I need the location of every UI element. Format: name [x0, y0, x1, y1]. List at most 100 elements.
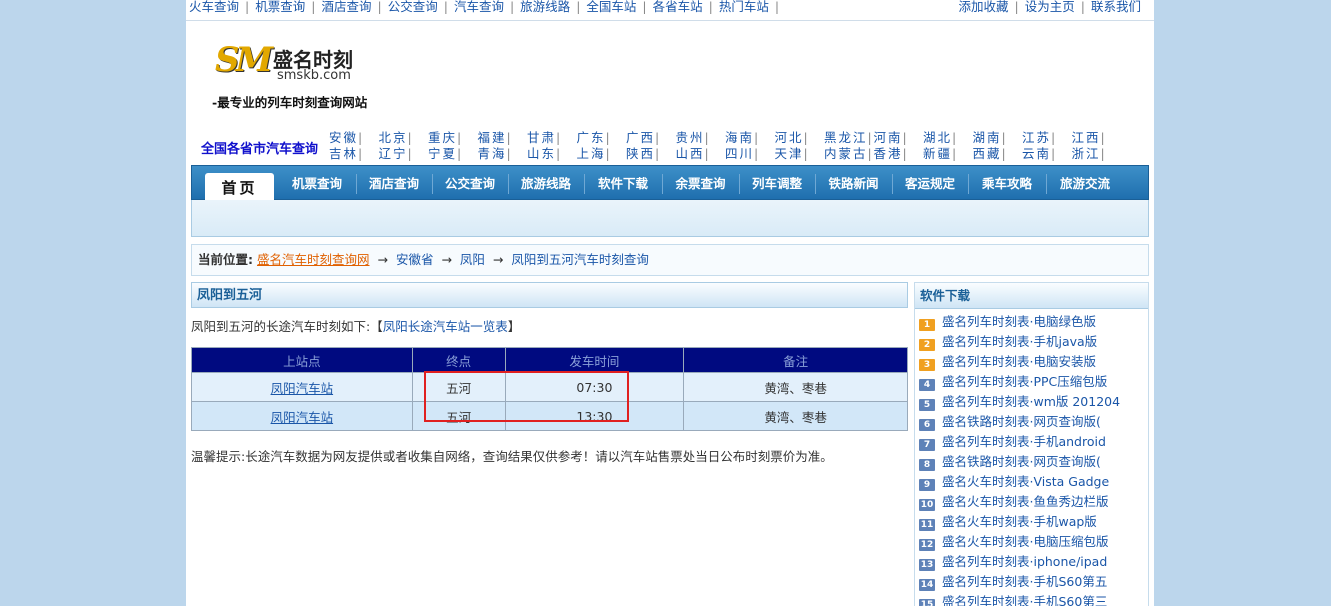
- breadcrumb-city-link[interactable]: 凤阳: [460, 252, 485, 267]
- province-cell: 内蒙古|: [824, 146, 874, 162]
- province-separator: |: [556, 130, 561, 145]
- software-item[interactable]: 2 盛名列车时刻表·手机java版: [919, 332, 1148, 352]
- site-logo[interactable]: SM 盛名时刻 smskb.com: [215, 40, 365, 90]
- software-link[interactable]: 盛名列车时刻表·手机java版: [942, 334, 1097, 349]
- software-link[interactable]: 盛名列车时刻表·iphone/ipad: [942, 554, 1107, 569]
- nav-item[interactable]: 乘车攻略: [968, 166, 1046, 200]
- province-link[interactable]: 四川: [725, 146, 754, 161]
- software-item[interactable]: 3 盛名列车时刻表·电脑安装版: [919, 352, 1148, 372]
- software-link[interactable]: 盛名列车时刻表·手机android: [942, 434, 1106, 449]
- top-util-link[interactable]: 联系我们: [1091, 0, 1141, 13]
- province-link[interactable]: 广西: [626, 130, 655, 145]
- province-link[interactable]: 河南: [874, 130, 903, 145]
- province-link[interactable]: 天津: [775, 146, 804, 161]
- nav-item[interactable]: 机票查询: [278, 166, 356, 200]
- province-link[interactable]: 重庆: [428, 130, 457, 145]
- province-link[interactable]: 香港: [874, 146, 903, 161]
- province-link[interactable]: 甘肃: [527, 130, 556, 145]
- breadcrumb-province-link[interactable]: 安徽省: [396, 252, 434, 267]
- software-item[interactable]: 7 盛名列车时刻表·手机android: [919, 432, 1148, 452]
- top-nav-link[interactable]: 机票查询: [255, 0, 305, 13]
- province-link[interactable]: 浙江: [1072, 146, 1101, 161]
- province-link[interactable]: 湖北: [923, 130, 952, 145]
- nav-item[interactable]: 酒店查询: [356, 166, 432, 200]
- software-link[interactable]: 盛名列车时刻表·电脑安装版: [942, 354, 1096, 369]
- breadcrumb-current-page[interactable]: 凤阳到五河汽车时刻查询: [511, 252, 649, 267]
- software-link[interactable]: 盛名火车时刻表·鱼鱼秀边栏版: [942, 494, 1108, 509]
- software-item[interactable]: 5 盛名列车时刻表·wm版 201204: [919, 392, 1148, 412]
- software-item[interactable]: 14 盛名列车时刻表·手机S60第五: [919, 572, 1148, 592]
- province-link[interactable]: 安徽: [329, 130, 358, 145]
- software-item[interactable]: 15 盛名列车时刻表·手机S60第三: [919, 592, 1148, 606]
- province-link[interactable]: 云南: [1022, 146, 1051, 161]
- rank-badge: 9: [919, 479, 935, 491]
- top-util-link[interactable]: 设为主页: [1025, 0, 1075, 13]
- province-link[interactable]: 江西: [1072, 130, 1101, 145]
- software-link[interactable]: 盛名火车时刻表·电脑压缩包版: [942, 534, 1108, 549]
- software-item[interactable]: 1 盛名列车时刻表·电脑绿色版: [919, 312, 1148, 332]
- software-item[interactable]: 13 盛名列车时刻表·iphone/ipad: [919, 552, 1148, 572]
- province-link[interactable]: 北京: [379, 130, 408, 145]
- province-link[interactable]: 山东: [527, 146, 556, 161]
- nav-item[interactable]: 旅游交流: [1046, 166, 1124, 200]
- nav-item[interactable]: 铁路新闻: [815, 166, 892, 200]
- top-nav-link[interactable]: 热门车站: [719, 0, 769, 13]
- software-link[interactable]: 盛名铁路时刻表·网页查询版(: [942, 414, 1101, 429]
- software-item[interactable]: 9 盛名火车时刻表·Vista Gadge: [919, 472, 1148, 492]
- province-link[interactable]: 新疆: [923, 146, 952, 161]
- province-link[interactable]: 内蒙古: [824, 146, 868, 161]
- top-nav-link[interactable]: 汽车查询: [454, 0, 504, 13]
- software-link[interactable]: 盛名铁路时刻表·网页查询版(: [942, 454, 1101, 469]
- software-link[interactable]: 盛名列车时刻表·wm版 201204: [942, 394, 1120, 409]
- nav-item[interactable]: 公交查询: [432, 166, 508, 200]
- station-link[interactable]: 凤阳汽车站: [271, 410, 334, 425]
- province-separator: |: [1051, 130, 1056, 145]
- station-link[interactable]: 凤阳汽车站: [271, 381, 334, 396]
- province-link[interactable]: 宁夏: [428, 146, 457, 161]
- province-link[interactable]: 广东: [577, 130, 606, 145]
- province-link[interactable]: 山西: [676, 146, 705, 161]
- nav-home-tab[interactable]: 首页: [205, 173, 274, 201]
- province-link[interactable]: 河北: [775, 130, 804, 145]
- station-list-link[interactable]: 凤阳长途汽车站一览表: [383, 319, 508, 334]
- software-item[interactable]: 6 盛名铁路时刻表·网页查询版(: [919, 412, 1148, 432]
- software-item[interactable]: 12 盛名火车时刻表·电脑压缩包版: [919, 532, 1148, 552]
- software-item[interactable]: 4 盛名列车时刻表·PPC压缩包版: [919, 372, 1148, 392]
- province-link[interactable]: 贵州: [676, 130, 705, 145]
- province-link[interactable]: 上海: [577, 146, 606, 161]
- province-link[interactable]: 海南: [725, 130, 754, 145]
- nav-separator: [432, 174, 433, 194]
- software-item[interactable]: 8 盛名铁路时刻表·网页查询版(: [919, 452, 1148, 472]
- breadcrumb-home-link[interactable]: 盛名汽车时刻查询网: [257, 252, 370, 267]
- province-link[interactable]: 江苏: [1022, 130, 1051, 145]
- top-nav-link[interactable]: 旅游线路: [520, 0, 570, 13]
- nav-item[interactable]: 客运规定: [892, 166, 968, 200]
- top-util-link[interactable]: 添加收藏: [959, 0, 1009, 13]
- top-nav-link[interactable]: 火车查询: [189, 0, 239, 13]
- software-link[interactable]: 盛名列车时刻表·手机S60第三: [942, 594, 1107, 606]
- province-link[interactable]: 吉林: [329, 146, 358, 161]
- province-link[interactable]: 黑龙江: [824, 130, 868, 145]
- province-link[interactable]: 福建: [478, 130, 507, 145]
- software-link[interactable]: 盛名列车时刻表·PPC压缩包版: [942, 374, 1107, 389]
- software-link[interactable]: 盛名列车时刻表·手机S60第五: [942, 574, 1107, 589]
- province-link[interactable]: 湖南: [973, 130, 1002, 145]
- software-link[interactable]: 盛名火车时刻表·手机wap版: [942, 514, 1097, 529]
- nav-item[interactable]: 余票查询: [662, 166, 739, 200]
- top-nav-link[interactable]: 各省车站: [653, 0, 703, 13]
- nav-item[interactable]: 列车调整: [739, 166, 815, 200]
- province-link[interactable]: 青海: [478, 146, 507, 161]
- top-nav-link[interactable]: 公交查询: [388, 0, 438, 13]
- software-item[interactable]: 11 盛名火车时刻表·手机wap版: [919, 512, 1148, 532]
- rank-badge: 2: [919, 339, 935, 351]
- software-link[interactable]: 盛名列车时刻表·电脑绿色版: [942, 314, 1096, 329]
- nav-item[interactable]: 旅游线路: [508, 166, 584, 200]
- province-link[interactable]: 辽宁: [379, 146, 408, 161]
- top-nav-link[interactable]: 酒店查询: [321, 0, 371, 13]
- province-link[interactable]: 陕西: [626, 146, 655, 161]
- software-link[interactable]: 盛名火车时刻表·Vista Gadge: [942, 474, 1109, 489]
- top-nav-link[interactable]: 全国车站: [586, 0, 636, 13]
- province-link[interactable]: 西藏: [973, 146, 1002, 161]
- nav-item[interactable]: 软件下载: [584, 166, 662, 200]
- software-item[interactable]: 10 盛名火车时刻表·鱼鱼秀边栏版: [919, 492, 1148, 512]
